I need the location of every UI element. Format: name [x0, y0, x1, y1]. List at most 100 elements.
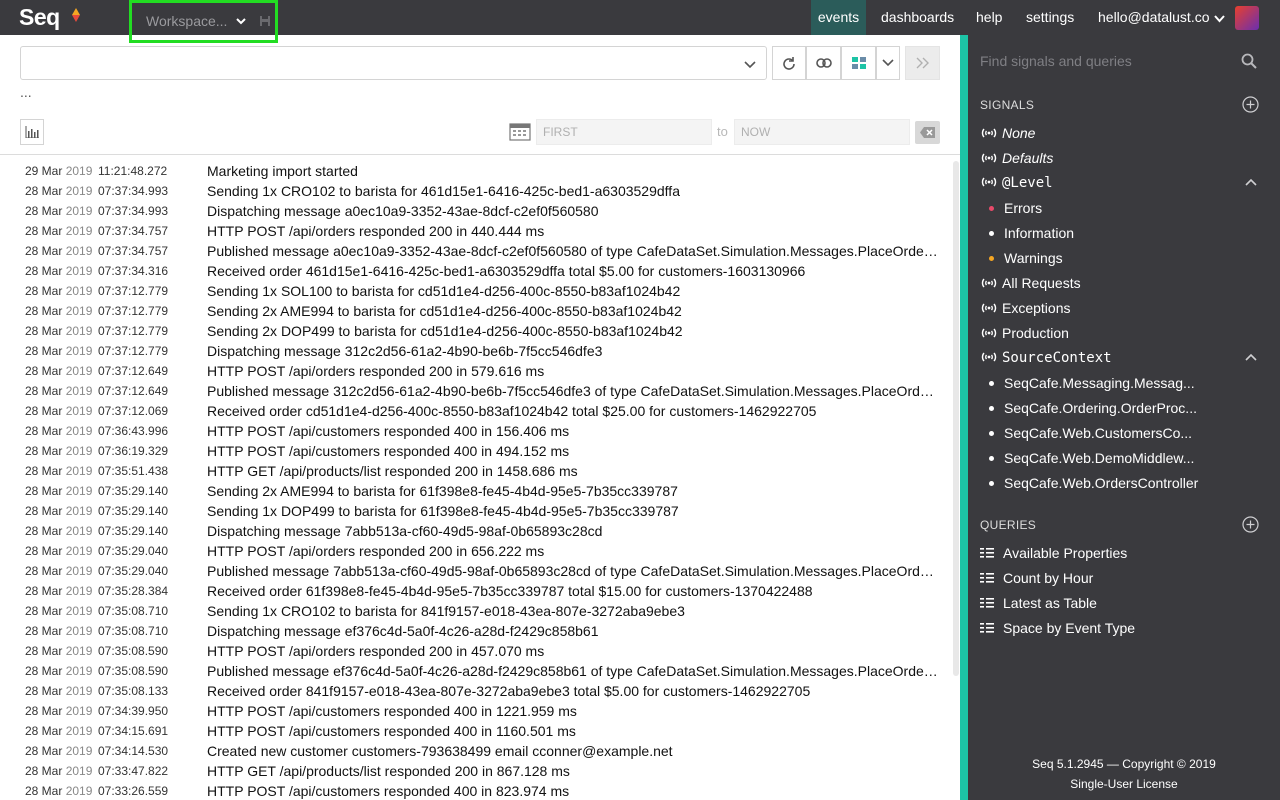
event-day: 28 Mar: [25, 644, 63, 658]
signal-source-item[interactable]: SeqCafe.Web.CustomersCo...: [989, 423, 1193, 443]
histogram-toggle-button[interactable]: [20, 119, 44, 145]
event-row[interactable]: 28 Mar 2019 07:35:29.140 Dispatching messa…: [0, 521, 955, 541]
event-row[interactable]: 28 Mar 2019 07:37:12.779 Dispatching messa…: [0, 341, 955, 361]
event-message: HTTP POST /api/customers responded 400 i…: [207, 703, 577, 719]
event-day: 28 Mar: [25, 224, 63, 238]
signal-label: SeqCafe.Web.CustomersCo...: [1004, 425, 1193, 441]
event-day: 28 Mar: [25, 344, 63, 358]
event-date: 28 Mar 2019: [25, 361, 92, 381]
nav-events[interactable]: events: [811, 0, 866, 35]
more-options[interactable]: ...: [20, 84, 32, 100]
scrollbar[interactable]: [953, 161, 959, 676]
event-row[interactable]: 28 Mar 2019 07:37:12.779 Sending 1x SOL100…: [0, 281, 955, 301]
query-input[interactable]: [20, 46, 767, 80]
event-time: 07:37:34.993: [98, 184, 169, 198]
query-item[interactable]: Space by Event Type: [980, 618, 1135, 638]
signal-label: None: [1002, 125, 1036, 141]
event-date: 28 Mar 2019: [25, 261, 92, 281]
event-year: 2019: [65, 184, 93, 198]
signal-source-item[interactable]: SeqCafe.Web.OrdersController: [989, 473, 1198, 493]
event-year: 2019: [65, 224, 93, 238]
signal-source-item[interactable]: SeqCafe.Messaging.Messag...: [989, 373, 1195, 393]
chevron-up-icon[interactable]: [1245, 353, 1257, 361]
add-query-icon[interactable]: [1242, 516, 1259, 533]
query-item[interactable]: Count by Hour: [980, 568, 1093, 588]
views-dropdown-button[interactable]: [876, 46, 900, 80]
nav-user-menu[interactable]: hello@datalust.co: [1098, 0, 1210, 35]
signal-defaults[interactable]: Defaults: [980, 148, 1053, 168]
nav-dashboards[interactable]: dashboards: [881, 0, 954, 35]
signal-group-source-context[interactable]: SourceContext: [980, 348, 1112, 368]
query-item[interactable]: Latest as Table: [980, 593, 1097, 613]
event-row[interactable]: 29 Mar 2019 11:21:48.272 Marketing import …: [0, 161, 955, 181]
event-row[interactable]: 28 Mar 2019 07:34:14.530 Created new custo…: [0, 741, 955, 761]
refresh-button[interactable]: [772, 46, 806, 80]
event-message: Published message ef376c4d-5a0f-4c26-a28…: [207, 663, 938, 679]
chevron-up-icon[interactable]: [1245, 178, 1257, 186]
event-date: 29 Mar 2019: [25, 161, 92, 181]
calendar-icon[interactable]: [509, 123, 531, 141]
signal-production[interactable]: Production: [980, 323, 1069, 343]
save-icon[interactable]: [259, 15, 271, 27]
signal-exceptions[interactable]: Exceptions: [980, 298, 1070, 318]
event-row[interactable]: 28 Mar 2019 07:36:19.329 HTTP POST /api/cu…: [0, 441, 955, 461]
link-button[interactable]: [806, 46, 841, 80]
date-from-input[interactable]: FIRST: [536, 119, 712, 145]
signal-search-input[interactable]: Find signals and queries: [980, 53, 1132, 69]
signal-all-requests[interactable]: All Requests: [980, 273, 1081, 293]
event-row[interactable]: 28 Mar 2019 07:35:29.040 Published message…: [0, 561, 955, 581]
event-row[interactable]: 28 Mar 2019 07:35:08.710 Dispatching messa…: [0, 621, 955, 641]
clear-date-button[interactable]: [915, 121, 940, 144]
query-item[interactable]: Available Properties: [980, 543, 1127, 563]
event-row[interactable]: 28 Mar 2019 07:36:43.996 HTTP POST /api/cu…: [0, 421, 955, 441]
signal-information[interactable]: Information: [989, 223, 1074, 243]
event-row[interactable]: 28 Mar 2019 07:37:12.779 Sending 2x DOP499…: [0, 321, 955, 341]
signal-none[interactable]: None: [980, 123, 1035, 143]
event-row[interactable]: 28 Mar 2019 07:37:34.757 Published message…: [0, 241, 955, 261]
event-message: Received order cd51d1e4-d256-400c-8550-b…: [207, 403, 817, 419]
signal-source-item[interactable]: SeqCafe.Web.DemoMiddlew...: [989, 448, 1195, 468]
nav-help[interactable]: help: [976, 0, 1002, 35]
event-row[interactable]: 28 Mar 2019 07:35:08.590 Published message…: [0, 661, 955, 681]
workspace-selector[interactable]: Workspace...: [129, 0, 278, 43]
event-row[interactable]: 28 Mar 2019 07:34:39.950 HTTP POST /api/cu…: [0, 701, 955, 721]
event-row[interactable]: 28 Mar 2019 07:35:08.133 Received order 84…: [0, 681, 955, 701]
event-row[interactable]: 28 Mar 2019 07:37:34.757 HTTP POST /api/or…: [0, 221, 955, 241]
event-row[interactable]: 28 Mar 2019 07:35:08.710 Sending 1x CRO102…: [0, 601, 955, 621]
event-row[interactable]: 28 Mar 2019 07:37:34.993 Sending 1x CRO102…: [0, 181, 955, 201]
signal-source-item[interactable]: SeqCafe.Ordering.OrderProc...: [989, 398, 1197, 418]
event-row[interactable]: 28 Mar 2019 07:37:12.779 Sending 2x AME994…: [0, 301, 955, 321]
signal-group-level[interactable]: @Level: [980, 173, 1053, 193]
event-row[interactable]: 28 Mar 2019 07:35:29.040 HTTP POST /api/or…: [0, 541, 955, 561]
event-row[interactable]: 28 Mar 2019 07:34:15.691 HTTP POST /api/cu…: [0, 721, 955, 741]
signal-label: Production: [1002, 325, 1069, 341]
app-logo[interactable]: Seq: [19, 4, 60, 31]
add-signal-icon[interactable]: [1242, 96, 1259, 113]
signal-label: SeqCafe.Ordering.OrderProc...: [1004, 400, 1197, 416]
signal-label: SeqCafe.Web.DemoMiddlew...: [1004, 450, 1195, 466]
event-row[interactable]: 28 Mar 2019 07:37:12.069 Received order cd…: [0, 401, 955, 421]
event-row[interactable]: 28 Mar 2019 07:37:12.649 HTTP POST /api/or…: [0, 361, 955, 381]
views-button[interactable]: [841, 46, 876, 80]
event-row[interactable]: 28 Mar 2019 07:35:08.590 HTTP POST /api/or…: [0, 641, 955, 661]
event-row[interactable]: 28 Mar 2019 07:37:34.993 Dispatching messa…: [0, 201, 955, 221]
chevron-down-icon[interactable]: [744, 58, 756, 70]
nav-settings[interactable]: settings: [1026, 0, 1074, 35]
event-row[interactable]: 28 Mar 2019 07:35:29.140 Sending 2x AME994…: [0, 481, 955, 501]
event-row[interactable]: 28 Mar 2019 07:35:29.140 Sending 1x DOP499…: [0, 501, 955, 521]
event-time: 07:35:08.590: [98, 644, 169, 658]
date-to-input[interactable]: NOW: [734, 119, 910, 145]
tail-button[interactable]: [905, 46, 940, 80]
signal-warnings[interactable]: Warnings: [989, 248, 1063, 268]
event-row[interactable]: 28 Mar 2019 07:35:28.384 Received order 61…: [0, 581, 955, 601]
event-day: 28 Mar: [25, 784, 63, 798]
event-row[interactable]: 28 Mar 2019 07:37:12.649 Published message…: [0, 381, 955, 401]
event-row[interactable]: 28 Mar 2019 07:35:51.438 HTTP GET /api/pro…: [0, 461, 955, 481]
event-row[interactable]: 28 Mar 2019 07:33:26.559 HTTP POST /api/cu…: [0, 781, 955, 800]
avatar[interactable]: [1235, 6, 1259, 30]
event-message: HTTP POST /api/orders responded 200 in 5…: [207, 363, 545, 379]
event-row[interactable]: 28 Mar 2019 07:33:47.822 HTTP GET /api/pro…: [0, 761, 955, 781]
event-time: 07:37:12.779: [98, 324, 169, 338]
signal-errors[interactable]: Errors: [989, 198, 1042, 218]
event-row[interactable]: 28 Mar 2019 07:37:34.316 Received order 46…: [0, 261, 955, 281]
